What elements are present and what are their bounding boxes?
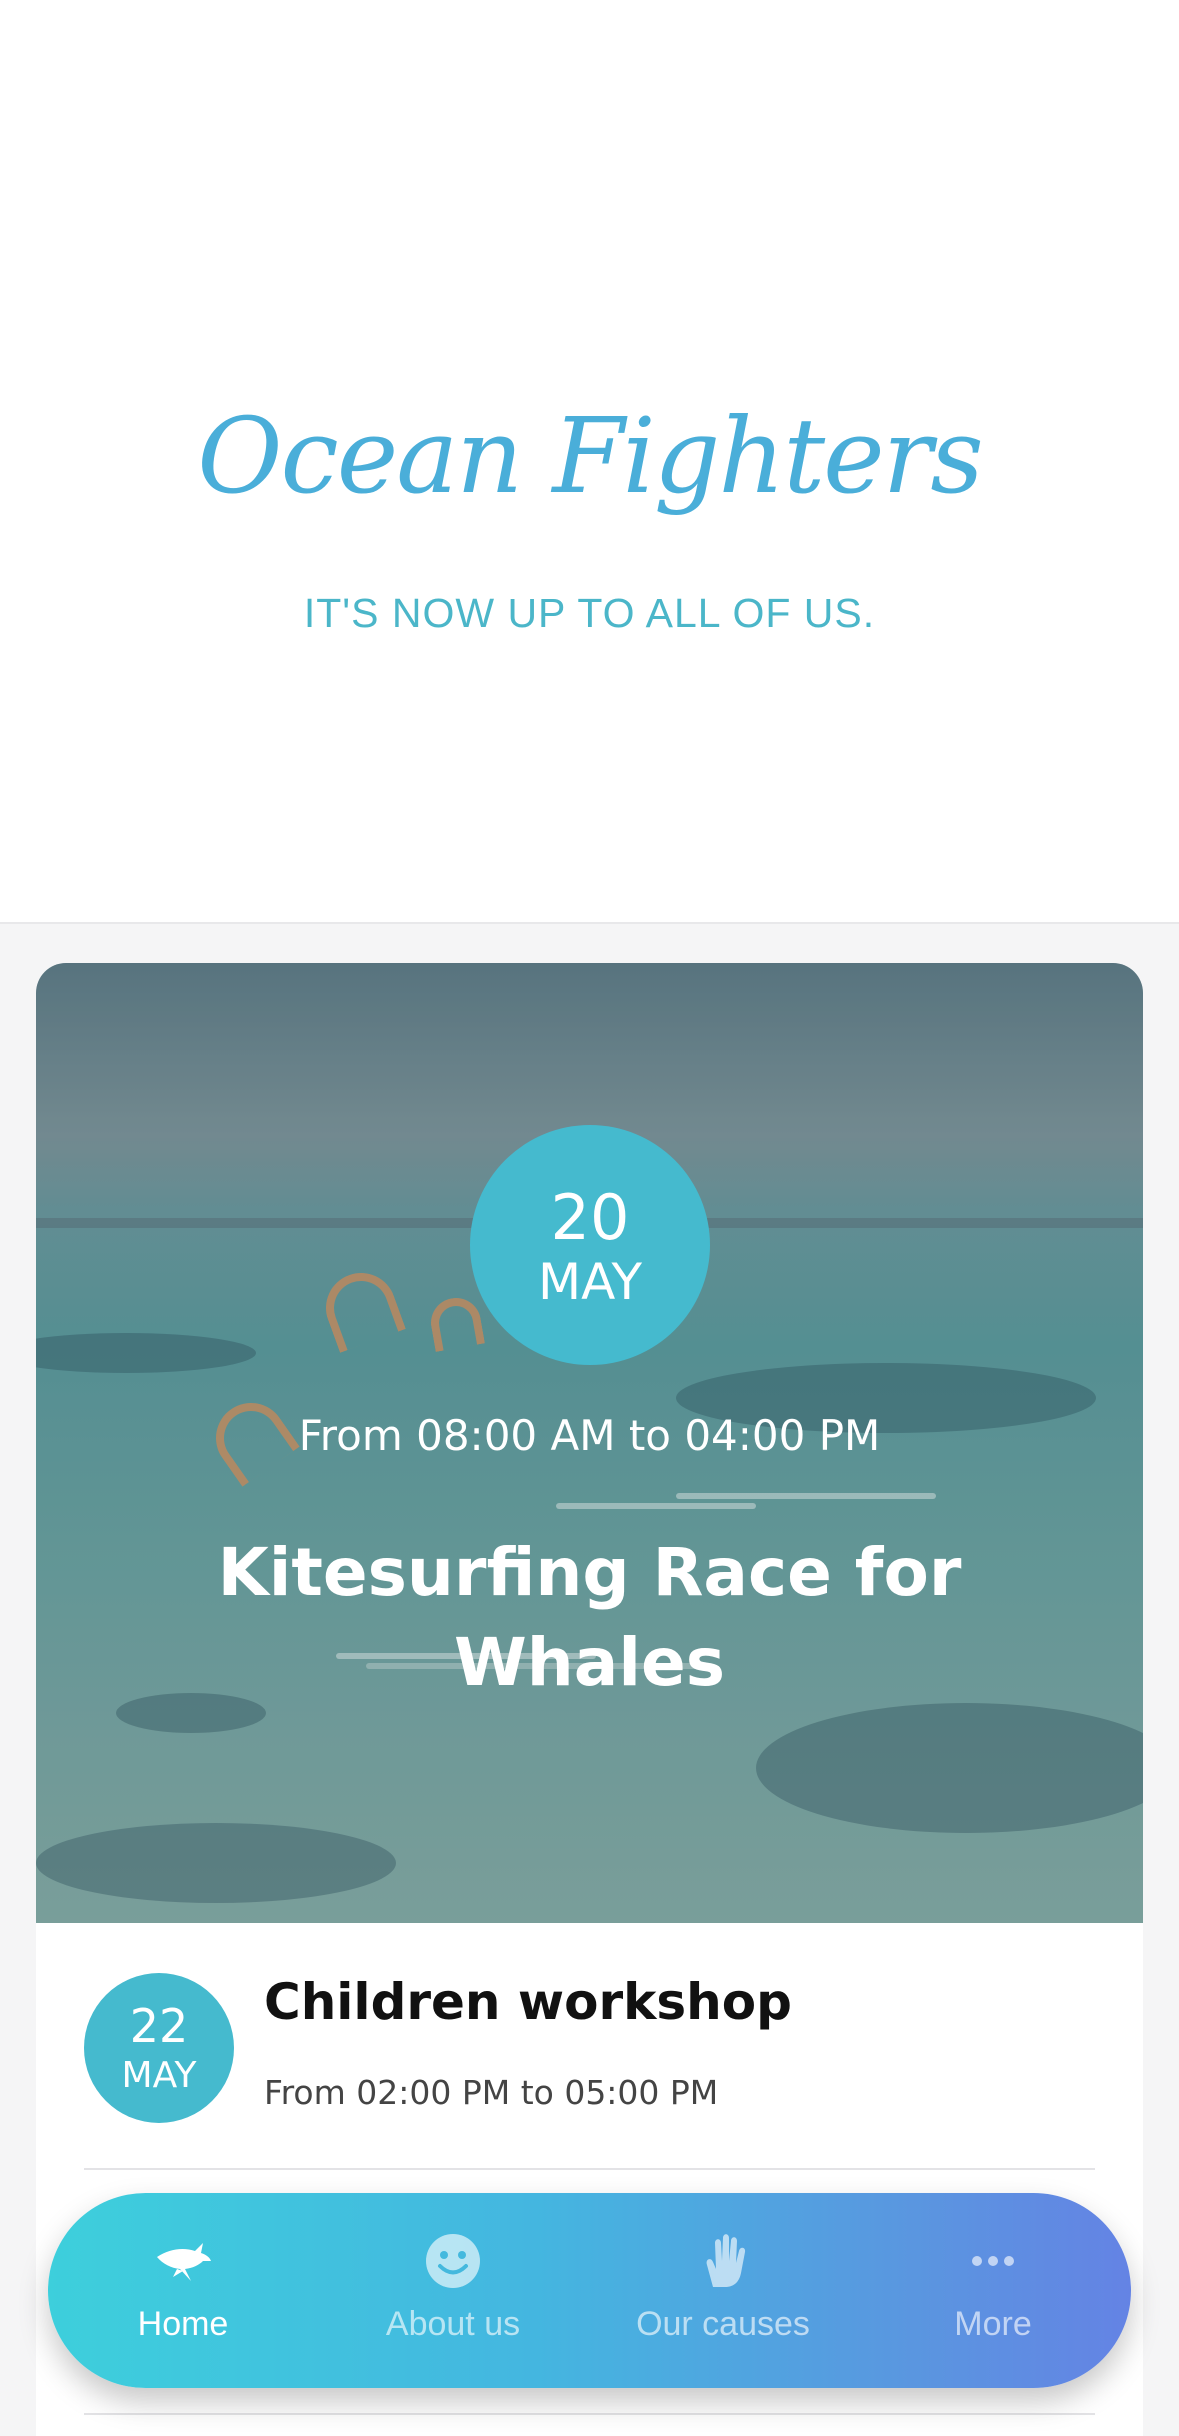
event-date-month: MAY xyxy=(121,2055,197,2096)
tab-about-us-label: About us xyxy=(385,2305,521,2343)
featured-date-month: MAY xyxy=(537,1253,642,1311)
featured-date-badge: 20 MAY xyxy=(470,1125,710,1365)
featured-event-title: Kitesurfing Race for Whales xyxy=(217,1534,962,1701)
tab-more-label: More xyxy=(954,2305,1032,2343)
featured-date-day: 20 xyxy=(550,1181,630,1254)
event-date-badge: 22 MAY xyxy=(84,1973,234,2123)
tab-our-causes-label: Our causes xyxy=(636,2305,810,2343)
brand-tagline: IT'S NOW UP TO ALL OF US. xyxy=(303,590,876,636)
event-time: From 02:00 PM to 05:00 PM xyxy=(264,2073,719,2112)
event-date-day: 22 xyxy=(129,1999,189,2053)
featured-event[interactable]: 20 MAY From 08:00 AM to 04:00 PM Kitesur… xyxy=(36,963,1143,1923)
list-divider xyxy=(84,2413,1095,2415)
tab-about-us[interactable]: About us xyxy=(318,2193,588,2388)
event-list-item[interactable]: 22 MAY Children workshop From 02:00 PM t… xyxy=(36,1923,1143,2168)
event-title: Children workshop xyxy=(264,1973,792,2031)
app-header: Ocean Fighters IT'S NOW UP TO ALL OF US. xyxy=(0,0,1179,924)
more-dots-icon xyxy=(972,2256,1014,2266)
tab-more[interactable]: More xyxy=(858,2193,1128,2388)
bottom-tab-bar: Home About us Our causes More xyxy=(48,2193,1131,2388)
smiley-icon xyxy=(426,2234,480,2288)
tab-our-causes[interactable]: Our causes xyxy=(588,2193,858,2388)
list-divider xyxy=(84,2168,1095,2170)
hand-icon xyxy=(706,2234,746,2287)
featured-event-time: From 08:00 AM to 04:00 PM xyxy=(298,1411,881,1460)
tab-home[interactable]: Home xyxy=(48,2193,318,2388)
shark-icon xyxy=(157,2243,211,2281)
brand-title: Ocean Fighters xyxy=(197,395,984,517)
tab-home-label: Home xyxy=(137,2305,229,2343)
